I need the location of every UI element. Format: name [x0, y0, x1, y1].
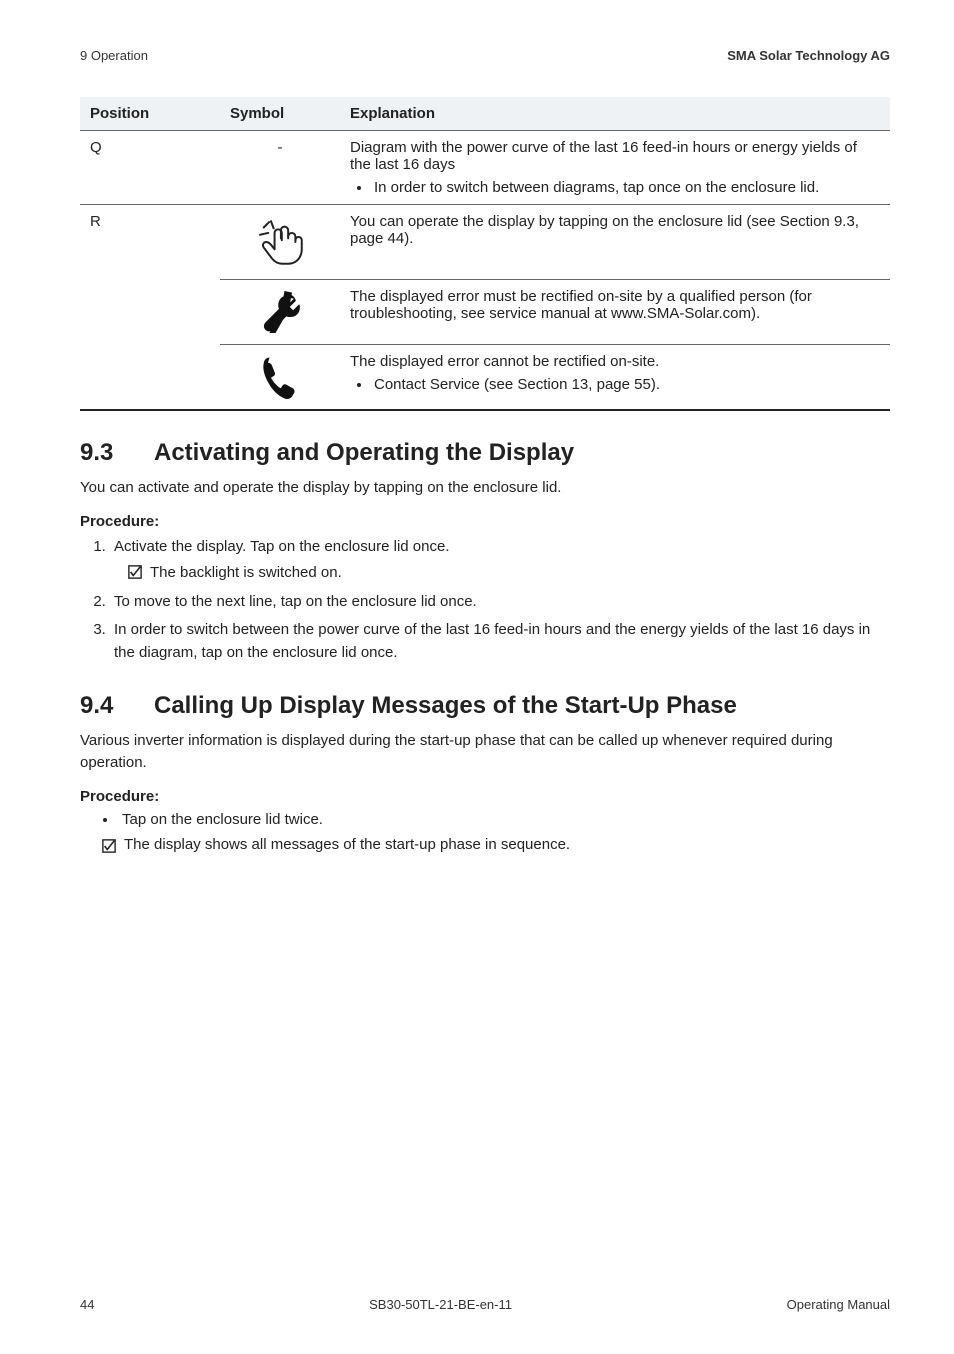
sym-r3 — [220, 345, 340, 411]
section-93-step1-text: Activate the display. Tap on the enclosu… — [114, 538, 450, 555]
sym-q: - — [220, 131, 340, 205]
section-94-intro: Various inverter information is displaye… — [80, 730, 890, 774]
section-93-intro: You can activate and operate the display… — [80, 477, 890, 499]
section-94-heading: 9.4 Calling Up Display Messages of the S… — [80, 692, 890, 720]
checkbox-icon — [128, 565, 142, 579]
section-93-heading: 9.3 Activating and Operating the Display — [80, 439, 890, 467]
section-93-step1: Activate the display. Tap on the enclosu… — [110, 536, 890, 585]
exp-r3-bullet: Contact Service (see Section 13, page 55… — [372, 376, 880, 393]
exp-r3: The displayed error cannot be rectified … — [340, 345, 890, 411]
section-94-bullet: Tap on the enclosure lid twice. — [118, 811, 890, 828]
footer-docid: SB30-50TL-21-BE-en-11 — [369, 1297, 512, 1312]
phone-icon — [256, 353, 304, 401]
section-94-title: Calling Up Display Messages of the Start… — [154, 692, 737, 720]
th-explanation: Explanation — [340, 97, 890, 131]
pos-r: R — [80, 205, 220, 411]
exp-r3-text: The displayed error cannot be rectified … — [350, 353, 659, 370]
header-section: 9 Operation — [80, 48, 148, 63]
section-93-step2: To move to the next line, tap on the enc… — [110, 591, 890, 614]
th-symbol: Symbol — [220, 97, 340, 131]
exp-r2: The displayed error must be rectified on… — [340, 280, 890, 345]
symbol-table: Position Symbol Explanation Q - Diagram … — [80, 97, 890, 411]
sym-r1 — [220, 205, 340, 280]
pos-q: Q — [80, 131, 220, 205]
section-93-num: 9.3 — [80, 439, 126, 467]
checkbox-icon — [102, 839, 116, 853]
section-94-num: 9.4 — [80, 692, 126, 720]
section-93-proc-label: Procedure: — [80, 513, 890, 530]
th-position: Position — [80, 97, 220, 131]
section-93-steps: Activate the display. Tap on the enclosu… — [80, 536, 890, 665]
exp-q-bullet: In order to switch between diagrams, tap… — [372, 179, 880, 196]
section-93-step1-result: The backlight is switched on. — [150, 562, 342, 585]
footer-type: Operating Manual — [787, 1297, 890, 1312]
exp-r1: You can operate the display by tapping o… — [340, 205, 890, 280]
section-94-result: The display shows all messages of the st… — [124, 836, 570, 853]
section-93-title: Activating and Operating the Display — [154, 439, 574, 467]
section-93-step3: In order to switch between the power cur… — [110, 619, 890, 664]
exp-q: Diagram with the power curve of the last… — [340, 131, 890, 205]
section-94-proc-label: Procedure: — [80, 788, 890, 805]
exp-q-text: Diagram with the power curve of the last… — [350, 139, 857, 173]
header-company: SMA Solar Technology AG — [727, 48, 890, 63]
sym-r2 — [220, 280, 340, 345]
tap-icon — [251, 213, 309, 271]
section-94-bullets: Tap on the enclosure lid twice. — [80, 811, 890, 828]
wrench-icon — [256, 288, 304, 336]
footer-page: 44 — [80, 1297, 94, 1312]
